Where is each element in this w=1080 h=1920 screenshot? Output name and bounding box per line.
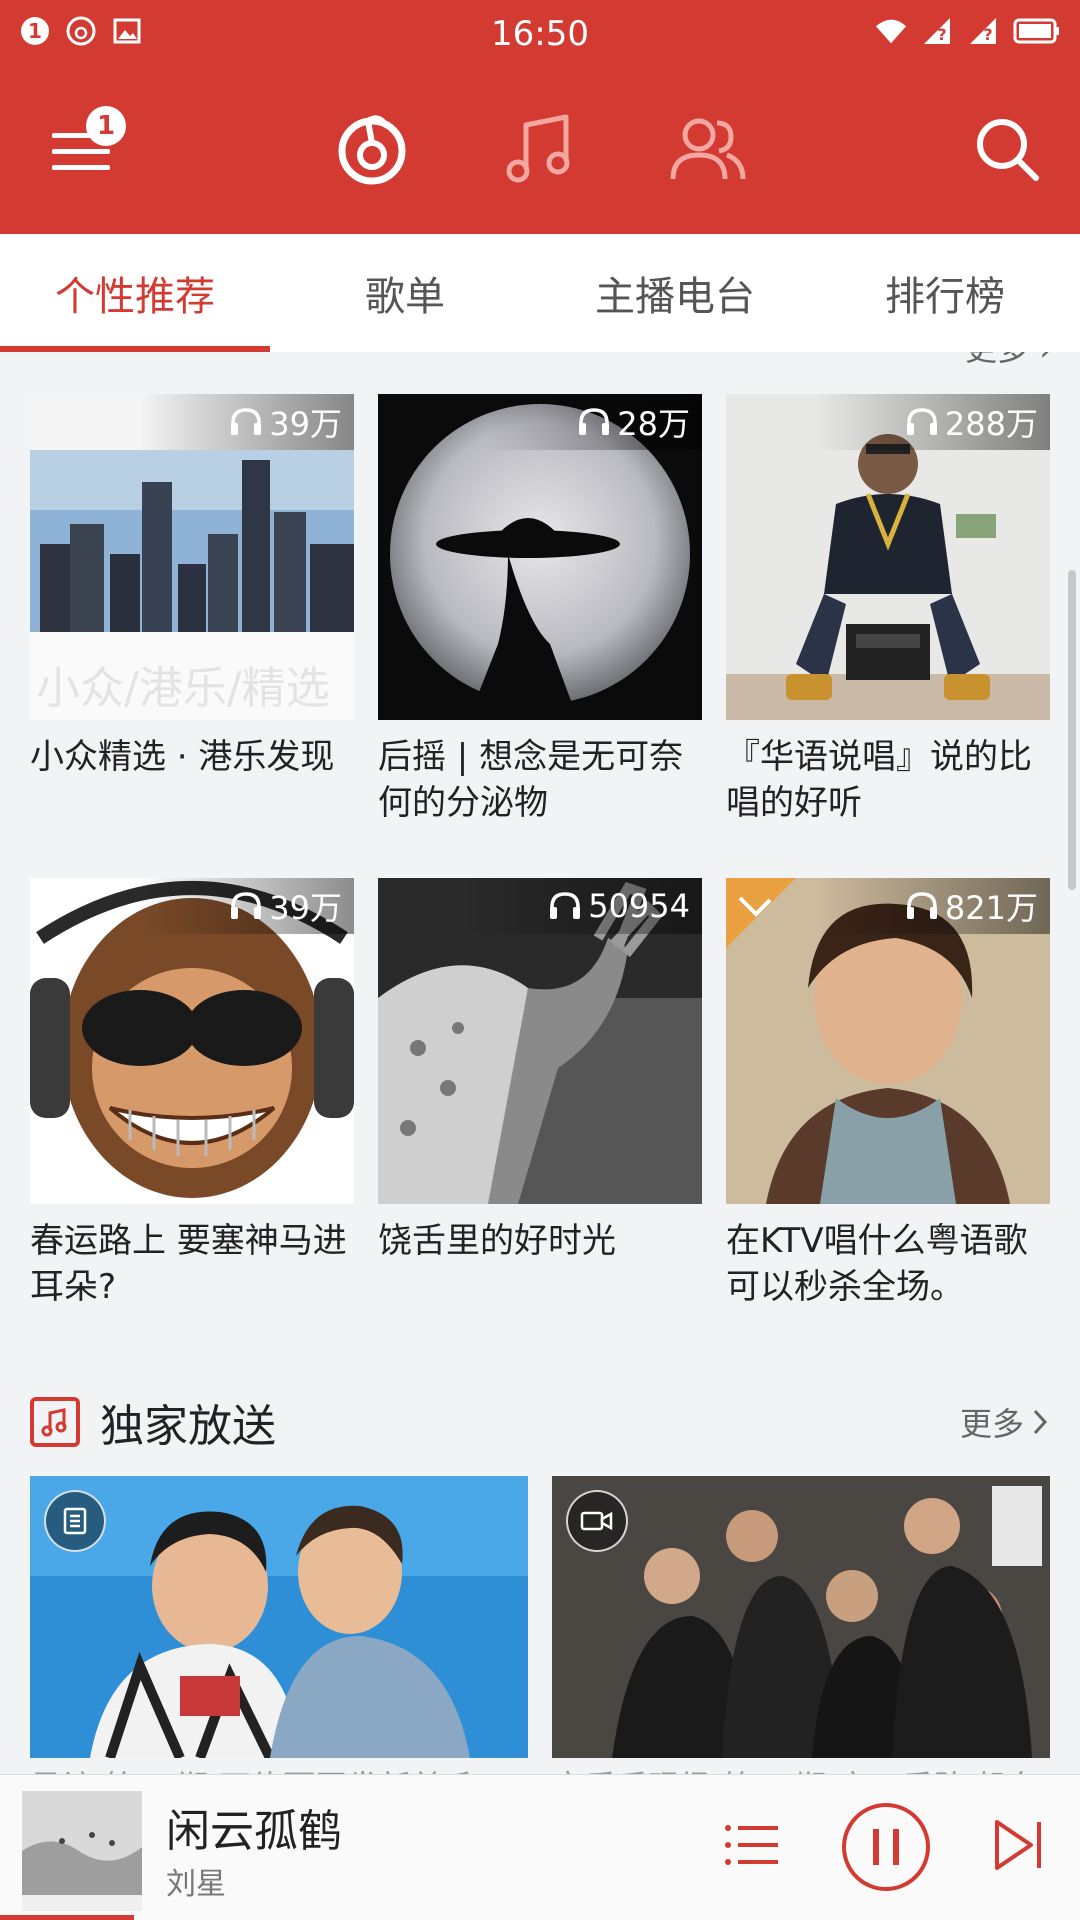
headphones-icon [906,892,937,919]
friends-icon [670,118,746,180]
svg-text:?: ? [983,25,992,44]
discover-tab-button[interactable] [327,104,417,194]
play-count-text: 50954 [588,887,690,925]
play-count: 50954 [458,878,702,934]
playlist-card[interactable]: 小众/港乐/精选 39万 小众精选 · 港乐发现 [30,394,354,780]
signal-unknown-icon-2: ? [966,14,1000,48]
headphones-icon [550,892,581,919]
more-label: 更多 [959,1405,1024,1443]
search-icon [977,119,1039,181]
chevron-right-icon [1033,1409,1048,1435]
play-count-text: 39万 [269,405,342,443]
video-icon [566,1490,628,1552]
signal-unknown-icon: ? [920,14,954,48]
exclusive-more-link[interactable]: 更多 [960,1399,1050,1445]
exclusive-item[interactable] [552,1476,1050,1758]
cover-watermark-text: 小众/港乐/精选 [36,663,330,714]
music-note-icon [506,114,570,183]
exclusive-section-header: 独家放送 更多 [30,1392,1050,1452]
play-count: 821万 [814,878,1050,934]
playlist-title: 后摇 | 想念是无可奈何的分泌物 [378,737,684,823]
svg-text:?: ? [937,25,946,44]
search-button[interactable] [962,104,1052,194]
playlist-title: 饶舌里的好时光 [378,1221,616,1261]
playlist-cover: 小众/港乐/精选 39万 [30,394,354,720]
tab-recommend[interactable]: 个性推荐 [0,234,270,352]
battery-icon [1012,14,1062,48]
now-playing-title: 闲云孤鹤 [166,1806,342,1857]
play-count-text: 28万 [617,405,690,443]
headphones-icon [579,408,610,435]
content-scroll[interactable]: 更多 › 小众/港乐/精选 39万 [0,352,1080,1774]
exclusive-caption: 寻访·第95期 不约而同发新单 和... [30,1766,528,1774]
playlist-cover: 50954 [378,878,702,1204]
menu-button[interactable]: 1 [38,104,128,194]
playlist-card[interactable]: 288万 『华语说唱』说的比唱的好听 [726,394,1050,826]
scrollbar[interactable] [1068,570,1076,890]
playlist-title: 『华语说唱』说的比唱的好听 [726,737,1032,823]
tab-charts[interactable]: 排行榜 [810,234,1080,352]
play-count-text: 288万 [944,405,1038,443]
top-nav-bar: 1 [0,68,1080,234]
play-count: 28万 [487,394,702,450]
netease-music-icon [338,115,406,185]
status-bar: 1 16:50 ? ? [0,0,1080,68]
playlist-icon [725,1825,778,1865]
sub-tabs: 个性推荐 歌单 主播电台 排行榜 [0,234,1080,352]
section-title: 独家放送 [100,1401,276,1452]
playlist-card[interactable]: 28万 后摇 | 想念是无可奈何的分泌物 [378,394,702,826]
play-count: 288万 [814,394,1050,450]
playlist-cover: 288万 [726,394,1050,720]
wifi-icon [874,14,908,48]
play-count-text: 821万 [944,889,1038,927]
music-box-icon [30,1397,80,1447]
headphones-icon [231,892,262,919]
headphones-icon [906,408,937,435]
tab-radio[interactable]: 主播电台 [540,234,810,352]
playlist-title: 春运路上 要塞神马进耳朵? [30,1221,347,1307]
headphones-icon [231,408,262,435]
now-playing-artist: 刘星 [166,1867,226,1902]
next-track-button[interactable] [978,1805,1058,1885]
playlist-cover: 39万 [30,878,354,1204]
next-icon [995,1820,1041,1870]
play-count: 39万 [139,878,354,934]
tab-playlists[interactable]: 歌单 [270,234,540,352]
album-art [22,1791,142,1911]
playlist-cover: 28万 [378,394,702,720]
playback-progress [0,1915,134,1920]
playlist-cover: 821万 [726,878,1050,1204]
mini-player[interactable]: 闲云孤鹤 刘星 [0,1774,1080,1920]
friends-tab-button[interactable] [662,104,752,194]
exclusive-item[interactable] [30,1476,528,1758]
my-music-tab-button[interactable] [495,104,585,194]
playlist-card[interactable]: 39万 春运路上 要塞神马进耳朵? [30,878,354,1310]
play-count: 39万 [139,394,354,450]
playlist-card[interactable]: 821万 在KTV唱什么粤语歌可以秒杀全场。 [726,878,1050,1310]
playlist-queue-button[interactable] [712,1805,792,1885]
exclusive-caption: 音乐后现场 第43期 夜叉乐队:机车摇滚... [552,1766,1050,1774]
playlist-title: 小众精选 · 港乐发现 [30,737,335,777]
album-cover-image [22,1791,142,1911]
article-icon [44,1490,106,1552]
menu-badge: 1 [86,106,126,146]
pause-button[interactable] [838,1799,934,1895]
playlist-card[interactable]: 50954 饶舌里的好时光 [378,878,702,1264]
recommended-more-link[interactable]: 更多 › [965,352,1052,370]
play-count-text: 39万 [269,889,342,927]
pause-icon [842,1803,930,1891]
playlist-title: 在KTV唱什么粤语歌可以秒杀全场。 [726,1221,1028,1307]
